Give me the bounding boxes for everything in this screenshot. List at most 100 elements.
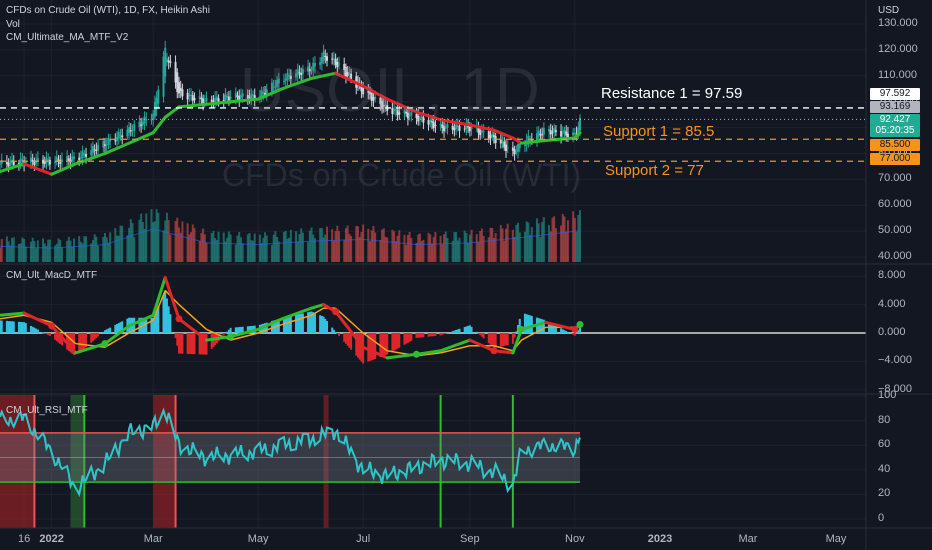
candle-body (200, 97, 203, 100)
macd-histogram-bar (193, 333, 196, 355)
volume-bar (439, 235, 442, 262)
candle-body (549, 130, 552, 135)
macd-histogram-bar (188, 333, 191, 354)
volume-bar (529, 234, 532, 262)
macd-pane[interactable] (0, 276, 866, 364)
candle-body (169, 61, 172, 63)
volume-bar (362, 224, 365, 262)
prev-close-tag[interactable]: 93.169 (870, 101, 920, 113)
volume-bar (296, 241, 299, 262)
macd-histogram-bar (67, 333, 70, 351)
volume-bar (260, 243, 263, 262)
volume-bar (394, 241, 397, 262)
volume-bar (348, 233, 351, 262)
candle-body (174, 62, 177, 83)
volume-bar (344, 228, 347, 262)
macd-histogram-bar (5, 320, 8, 333)
volume-bar (336, 225, 339, 262)
volume-bar (226, 237, 229, 262)
volume-bar (346, 225, 349, 262)
macd-histogram-bar (83, 333, 86, 349)
candle-body (548, 129, 551, 132)
volume-bar (43, 243, 46, 262)
volume-bar (332, 240, 335, 262)
volume-bar (31, 237, 34, 262)
volume-bar (85, 236, 88, 262)
macd-histogram-bar (370, 333, 373, 361)
volume-bar (326, 226, 329, 262)
volume-bar (200, 232, 203, 262)
symbol-title[interactable]: CFDs on Crude Oil (WTI), 1D, FX, Heikin … (6, 5, 210, 17)
volume-bar (441, 244, 444, 262)
time-tick-label: May (247, 533, 269, 545)
volume-bar (386, 237, 389, 262)
macd-cross-dot (332, 308, 340, 316)
candle-body (90, 150, 93, 156)
resistance-price-tag[interactable]: 97.592 (870, 88, 920, 100)
macd-histogram-bar (455, 330, 458, 333)
macd-histogram-bar (513, 333, 516, 338)
candle-body (66, 156, 69, 161)
candle-body (145, 119, 148, 121)
candle-body (451, 125, 454, 130)
candle-body (499, 139, 502, 144)
macd-histogram-bar (381, 333, 384, 357)
volume-bar (563, 216, 566, 262)
volume-bar (372, 226, 375, 262)
candle-body (7, 163, 10, 167)
volume-bar (501, 228, 504, 262)
macd-histogram-bar (487, 333, 490, 344)
support2-price-tag[interactable]: 77.000 (870, 153, 920, 165)
macd-histogram-bar (463, 327, 466, 333)
volume-bar (541, 222, 544, 262)
macd-histogram-bar (563, 330, 566, 333)
price-tick-label: 120.000 (878, 42, 918, 55)
volume-bar (78, 236, 81, 262)
volume-bar (355, 225, 358, 262)
volume-bar (537, 223, 540, 262)
support1-price-tag[interactable]: 85.500 (870, 139, 920, 151)
volume-bar (71, 246, 74, 262)
volume-bar (67, 236, 70, 262)
volume-bar (444, 231, 447, 262)
macd-histogram-bar (503, 333, 506, 346)
macd-histogram-bar (441, 333, 444, 335)
volume-bar (176, 217, 179, 262)
candle-body (29, 157, 32, 163)
macd-histogram-bar (372, 333, 375, 360)
volume-bar (310, 227, 313, 262)
volume-bar (36, 240, 39, 262)
time-tick-label: Mar (143, 533, 163, 545)
macd-histogram-bar (572, 333, 575, 335)
volume-bar (95, 236, 98, 262)
ma-indicator-legend[interactable]: CM_Ultimate_MA_MTF_V2 (6, 32, 128, 44)
macd-histogram-bar (444, 333, 447, 334)
rsi-indicator-legend[interactable]: CM_Ult_RSI_MTF (6, 405, 88, 417)
volume-bar (560, 225, 563, 262)
candle-body (140, 124, 143, 126)
macd-histogram-bar (224, 333, 227, 334)
volume-bar (222, 232, 225, 262)
candle-body (482, 131, 485, 133)
macd-cross-dot (576, 320, 584, 328)
volume-bar (91, 240, 94, 262)
macd-histogram-bar (47, 333, 50, 336)
macd-histogram-bar (109, 327, 112, 333)
volume-bar (169, 234, 172, 262)
macd-histogram-bar (226, 331, 229, 333)
macd-cross-dot (517, 325, 525, 333)
macd-histogram-bar (382, 333, 385, 356)
volume-bar (398, 230, 401, 262)
rsi-pane[interactable] (0, 407, 581, 498)
macd-histogram-bar (391, 333, 394, 352)
volume-bar (575, 231, 578, 262)
volume-bar (367, 228, 370, 262)
volume-bar (491, 228, 494, 262)
macd-histogram-bar (54, 333, 57, 340)
volume-bar (475, 234, 478, 262)
volume-bar (418, 233, 421, 262)
macd-indicator-legend[interactable]: CM_Ult_MacD_MTF (6, 270, 97, 282)
volume-legend[interactable]: Vol (6, 19, 20, 31)
volume-bar (229, 234, 232, 262)
candle-body (59, 160, 62, 164)
